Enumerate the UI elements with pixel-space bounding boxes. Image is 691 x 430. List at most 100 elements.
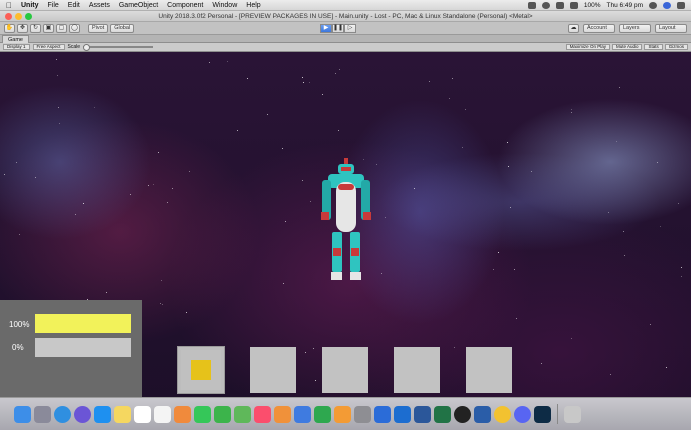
- game-view-toggles: Maximize On Play Mute Audio Stats Gizmos: [565, 44, 688, 50]
- chrome-icon[interactable]: [494, 405, 511, 423]
- facetime-icon[interactable]: [214, 405, 231, 423]
- window-controls: [5, 13, 32, 20]
- notes-icon[interactable]: [114, 405, 131, 423]
- photos-icon[interactable]: [174, 405, 191, 423]
- star: [507, 142, 508, 143]
- siri-icon[interactable]: [663, 1, 671, 9]
- menu-window[interactable]: Window: [212, 2, 237, 9]
- maximize-on-play-toggle[interactable]: Maximize On Play: [565, 44, 610, 50]
- keynote-icon[interactable]: [294, 405, 311, 423]
- spotlight-icon[interactable]: [649, 1, 657, 9]
- wifi-icon[interactable]: [541, 1, 550, 9]
- word-icon[interactable]: [414, 405, 431, 423]
- star: [283, 283, 284, 284]
- inventory-slot-2[interactable]: [250, 347, 296, 393]
- menu-assets[interactable]: Assets: [89, 2, 110, 9]
- health-bar-fill: [35, 314, 131, 333]
- menu-gameobject[interactable]: GameObject: [119, 2, 158, 9]
- star: [414, 188, 415, 189]
- star: [189, 171, 190, 172]
- collab-cloud-icon[interactable]: ☁: [568, 24, 579, 33]
- star: [56, 59, 57, 60]
- discord-icon[interactable]: [514, 405, 531, 423]
- play-button-icon[interactable]: ▶: [320, 24, 332, 33]
- star: [83, 203, 84, 204]
- move-tool-icon[interactable]: ✥: [17, 23, 28, 33]
- layout-dropdown[interactable]: Layout: [655, 24, 687, 33]
- app-store-icon[interactable]: [94, 405, 111, 423]
- step-button-icon[interactable]: ▷: [344, 24, 356, 33]
- volume-icon[interactable]: [555, 1, 564, 9]
- energy-bar: [35, 338, 131, 357]
- siri-icon[interactable]: [74, 405, 91, 423]
- star: [282, 148, 283, 149]
- display-dropdown[interactable]: Display 1: [3, 44, 30, 50]
- star: [186, 312, 187, 313]
- trash-icon[interactable]: [564, 405, 581, 423]
- finder-icon[interactable]: [14, 405, 31, 423]
- menu-unity[interactable]: Unity: [21, 2, 39, 9]
- xcode-icon[interactable]: [374, 405, 391, 423]
- inventory-slot-5[interactable]: [466, 347, 512, 393]
- preferences-icon[interactable]: [354, 405, 371, 423]
- gizmos-dropdown[interactable]: Gizmos: [664, 44, 688, 50]
- global-toggle[interactable]: Global: [110, 23, 135, 33]
- scale-slider[interactable]: [83, 44, 154, 51]
- menu-edit[interactable]: Edit: [68, 2, 80, 9]
- scale-tool-icon[interactable]: ▣: [43, 23, 54, 33]
- excel-icon[interactable]: [434, 405, 451, 423]
- rotate-tool-icon[interactable]: ↻: [30, 23, 41, 33]
- minimize-window-icon[interactable]: [15, 13, 22, 20]
- inventory-slot-3[interactable]: [322, 347, 368, 393]
- pause-button-icon[interactable]: ❚❚: [332, 24, 344, 33]
- star: [106, 292, 107, 293]
- reminders-icon[interactable]: [154, 405, 171, 423]
- hand-tool-icon[interactable]: ✋: [4, 23, 15, 33]
- outlook-icon[interactable]: [394, 405, 411, 423]
- maps-icon[interactable]: [234, 405, 251, 423]
- photoshop-icon[interactable]: [534, 405, 551, 423]
- calendar-icon[interactable]: [134, 405, 151, 423]
- dropbox-icon[interactable]: [527, 1, 536, 9]
- notification-center-icon[interactable]: [677, 1, 685, 9]
- stats-toggle[interactable]: Stats: [644, 44, 663, 50]
- books-icon[interactable]: [274, 405, 291, 423]
- safari-icon[interactable]: [54, 405, 71, 423]
- inventory-slot-1[interactable]: [177, 346, 225, 394]
- star: [516, 318, 517, 319]
- account-dropdown[interactable]: Account: [583, 24, 615, 33]
- star: [315, 380, 316, 381]
- macos-dock: [0, 397, 691, 430]
- launchpad-icon[interactable]: [34, 405, 51, 423]
- star: [57, 75, 58, 76]
- unity-icon[interactable]: [454, 405, 471, 423]
- menu-help[interactable]: Help: [246, 2, 260, 9]
- star: [167, 202, 168, 203]
- star: [322, 94, 323, 95]
- battery-icon[interactable]: [569, 1, 578, 9]
- menu-component[interactable]: Component: [167, 2, 203, 9]
- rect-tool-icon[interactable]: ▢: [56, 23, 67, 33]
- inventory-slot-4[interactable]: [394, 347, 440, 393]
- star: [385, 217, 386, 218]
- star: [4, 174, 5, 175]
- apple-menu-icon[interactable]: : [6, 1, 12, 10]
- menu-file[interactable]: File: [48, 2, 59, 9]
- star: [657, 162, 658, 163]
- layers-dropdown[interactable]: Layers: [619, 24, 651, 33]
- music-icon[interactable]: [254, 405, 271, 423]
- aspect-dropdown[interactable]: Free Aspect: [32, 44, 65, 50]
- pages-icon[interactable]: [334, 405, 351, 423]
- sourcetree-icon[interactable]: [474, 405, 491, 423]
- star: [285, 221, 286, 222]
- mute-audio-toggle[interactable]: Mute Audio: [611, 44, 643, 50]
- numbers-icon[interactable]: [314, 405, 331, 423]
- zoom-window-icon[interactable]: [25, 13, 32, 20]
- tab-game[interactable]: Game: [2, 35, 29, 43]
- star: [310, 201, 311, 202]
- close-window-icon[interactable]: [5, 13, 12, 20]
- messages-icon[interactable]: [194, 405, 211, 423]
- menubar-clock[interactable]: Thu 6:49 pm: [607, 2, 644, 9]
- pivot-toggle[interactable]: Pivot: [88, 23, 109, 33]
- transform-tool-icon[interactable]: ◯: [69, 23, 80, 33]
